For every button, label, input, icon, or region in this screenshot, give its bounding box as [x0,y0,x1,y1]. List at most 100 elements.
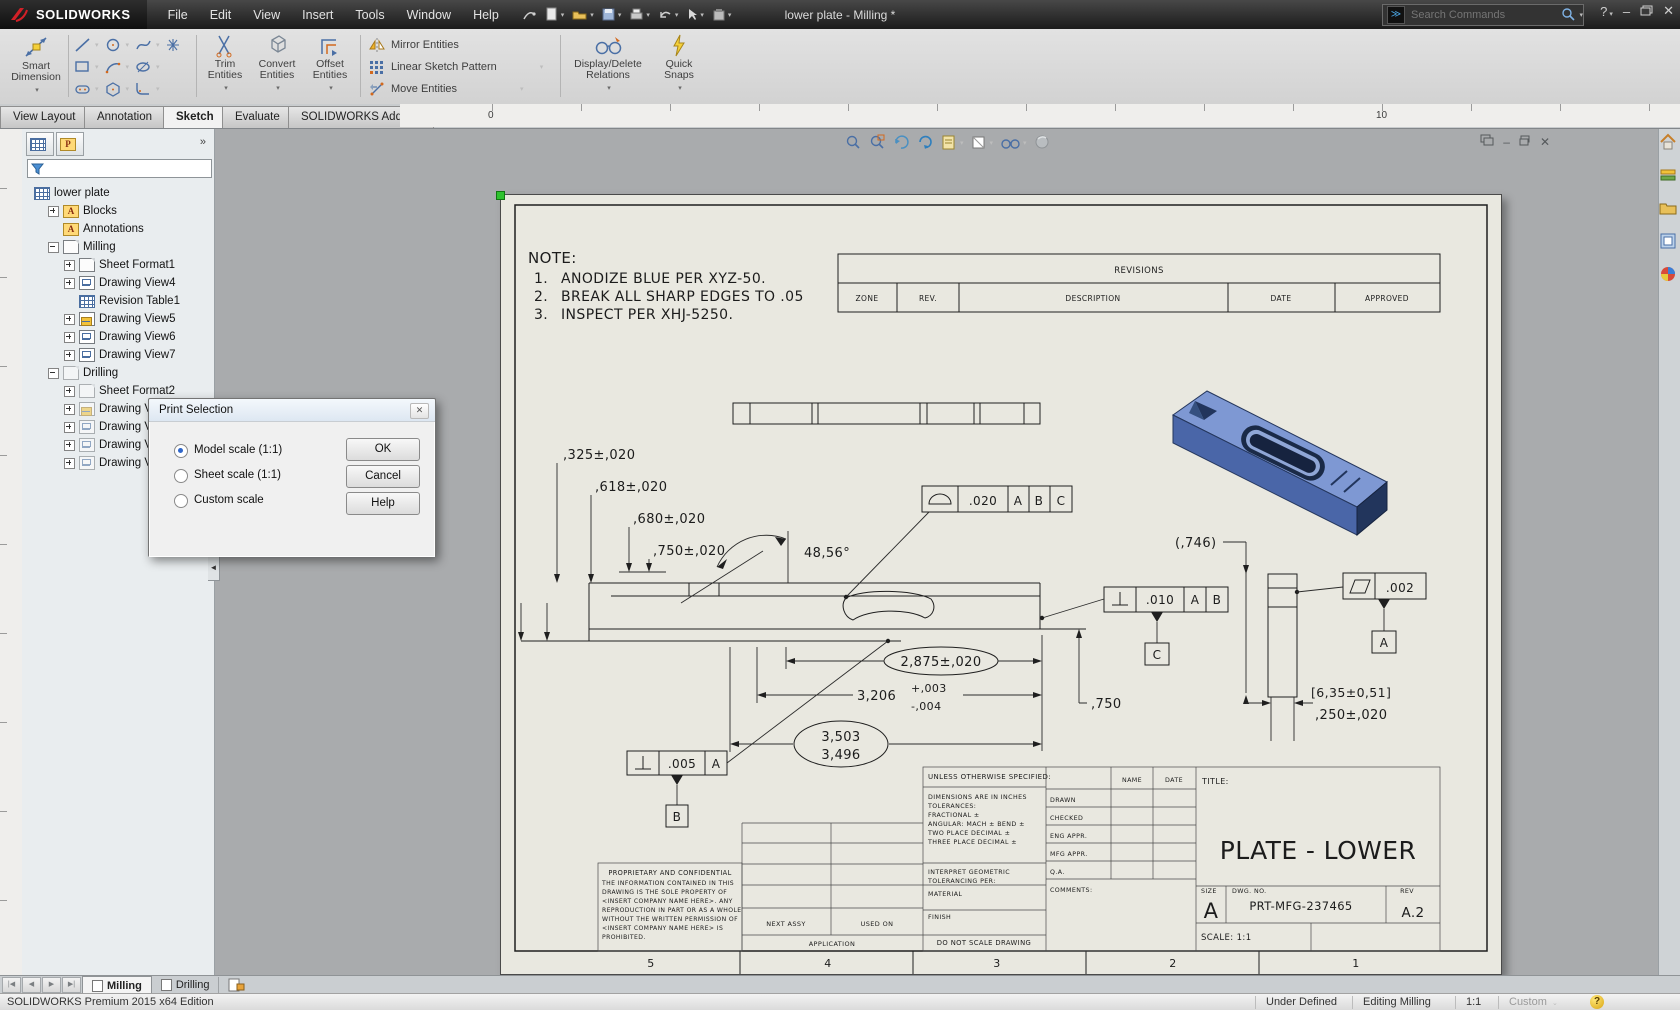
convert-entities-button[interactable]: ConvertEntities ▾ [252,32,302,94]
tree-item-drawing-view7[interactable]: Drawing View7 [22,346,214,364]
line-tool[interactable]: ▾ [74,37,99,53]
tree-item-drawing-view4[interactable]: Drawing View4 [22,274,214,292]
print-button[interactable]: ▾ [626,6,653,24]
status-help-icon[interactable]: ? [1590,995,1604,1009]
smart-dimension-dropdown-icon[interactable]: ▾ [10,85,64,96]
expand-icon[interactable] [64,278,75,289]
tree-item-sheet-format1[interactable]: Sheet Format1 [22,256,214,274]
mirror-entities-button[interactable]: Mirror Entities [368,34,578,56]
tab-annotation[interactable]: Annotation [84,106,165,128]
tree-item-root[interactable]: lower plate [22,184,214,202]
sheet-properties-button[interactable]: ▾ [941,134,964,151]
display-style-button[interactable]: ▾ [971,134,994,151]
linear-pattern-dropdown-icon[interactable]: ▾ [540,63,544,71]
new-document-button[interactable]: ▾ [542,5,568,24]
expand-icon[interactable] [64,386,75,397]
menu-edit[interactable]: Edit [199,8,243,22]
menu-help[interactable]: Help [462,8,510,22]
offset-dropdown-icon[interactable]: ▾ [308,83,354,94]
menu-view[interactable]: View [242,8,291,22]
tab-view-layout[interactable]: View Layout [0,106,88,128]
prev-sheet-button[interactable]: ◀ [22,977,41,993]
radio-sheet-scale[interactable] [174,469,188,483]
display-delete-relations-button[interactable]: Display/DeleteRelations ▾ [568,32,648,94]
previous-view-button[interactable] [893,134,910,151]
tree-item-annotations[interactable]: AAnnotations [22,220,214,238]
trim-entities-button[interactable]: TrimEntities ▾ [202,32,248,94]
search-scope-icon[interactable]: ≫ [1387,6,1405,24]
restore-button[interactable] [1640,4,1653,19]
help-icon[interactable]: ?▾ [1600,4,1613,19]
options-button[interactable]: ▾ [709,6,735,24]
expand-icon[interactable] [64,260,75,271]
doc-minimize-icon[interactable]: – [1503,135,1510,149]
smart-dimension-button[interactable]: SmartDimension ▾ [8,32,64,96]
select-arrow-button[interactable]: ▾ [683,6,707,24]
ok-button[interactable]: OK [346,438,420,461]
expand-icon[interactable] [64,332,75,343]
sheet-tab-milling[interactable]: Milling [82,976,152,994]
panel-collapse-button[interactable]: ◄ [208,555,220,581]
dialog-title-bar[interactable]: Print Selection ✕ [149,399,435,422]
expand-icon[interactable] [48,206,59,217]
radio-model-scale-label[interactable]: Model scale (1:1) [194,444,282,456]
sketch-fillet-tool[interactable]: ▾ [135,81,160,97]
tree-item-drawing-view6[interactable]: Drawing View6 [22,328,214,346]
convert-dropdown-icon[interactable]: ▾ [254,83,302,94]
expand-icon[interactable] [64,350,75,361]
close-button[interactable]: ✕ [1663,3,1674,19]
tree-item-revision-table1[interactable]: Revision Table1 [22,292,214,310]
zoom-to-area-button[interactable] [869,134,886,151]
next-sheet-button[interactable]: ▶ [42,977,61,993]
expand-icon[interactable] [64,458,75,469]
search-commands-box[interactable]: ≫ ▾ [1382,4,1584,26]
open-document-button[interactable]: ▾ [569,5,597,24]
slot-tool[interactable]: ▾ [74,81,99,97]
trim-dropdown-icon[interactable]: ▾ [204,83,248,94]
offset-entities-button[interactable]: OffsetEntities ▾ [306,32,354,94]
drawing-view-front[interactable] [521,583,1086,641]
doc-restore-icon[interactable] [1519,135,1531,149]
menu-window[interactable]: Window [396,8,462,22]
radio-custom-scale-label[interactable]: Custom scale [194,494,264,506]
add-sheet-icon[interactable] [227,978,245,992]
sheet-selection-handle[interactable] [496,191,505,200]
drawing-view-isometric[interactable] [1173,391,1387,535]
drawing-notes[interactable]: NOTE: 1. ANODIZE BLUE PER XYZ-50. 2. BRE… [528,249,804,323]
tab-evaluate[interactable]: Evaluate [222,106,293,128]
quick-snaps-dropdown-icon[interactable]: ▾ [658,83,702,94]
expand-icon[interactable] [64,314,75,325]
menu-file[interactable]: File [157,8,199,22]
home-icon[interactable] [1659,133,1677,151]
search-input[interactable] [1409,8,1561,22]
doc-close-icon[interactable]: ✕ [1540,135,1550,149]
edit-appearance-button[interactable] [1034,134,1051,151]
cancel-button[interactable]: Cancel [346,465,420,488]
circle-tool[interactable]: ▾ [105,37,130,53]
expand-icon[interactable] [64,422,75,433]
tree-filter-box[interactable] [27,159,212,178]
tree-item-drilling[interactable]: Drilling [22,364,214,382]
collapse-icon[interactable] [48,242,59,253]
hide-show-items-button[interactable]: ▾ [1000,134,1027,151]
display-relations-dropdown-icon[interactable]: ▾ [570,83,648,94]
tree-item-drawing-view5[interactable]: Drawing View5 [22,310,214,328]
featuremanager-tab[interactable] [26,132,54,156]
title-block[interactable]: UNLESS OTHERWISE SPECIFIED: DIMENSIONS A… [598,767,1440,951]
tree-item-milling[interactable]: Milling [22,238,214,256]
search-icon[interactable] [1561,7,1577,23]
sheet-tab-drilling[interactable]: Drilling [152,977,220,994]
dialog-close-icon[interactable]: ✕ [410,403,429,419]
rectangle-tool[interactable]: ▾ [74,59,99,75]
ellipse-tool[interactable]: ▾ [135,59,160,75]
undo-button[interactable]: ▾ [655,6,682,24]
polygon-tool[interactable]: ▾ [105,81,130,97]
panel-expand-icon[interactable]: » [200,136,206,148]
menu-insert[interactable]: Insert [291,8,344,22]
dimension-annotations[interactable]: ,325±,020 ,618±,020 ,680±,020 ,750±,020 [518,448,1426,827]
design-library-icon[interactable] [1659,166,1677,184]
tree-item-blocks[interactable]: ABlocks [22,202,214,220]
view-palette-icon[interactable] [1659,232,1677,250]
last-sheet-button[interactable]: ▶| [62,977,81,993]
drawing-view-side[interactable] [1268,574,1297,741]
